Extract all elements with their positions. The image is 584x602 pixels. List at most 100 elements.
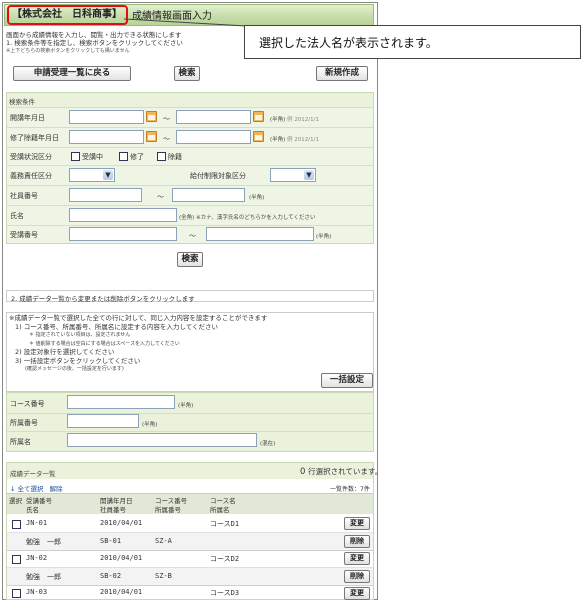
intro-line: 画面から成績情報を入力し、閲覧・出力できる状態にします — [6, 31, 182, 39]
status-label: 受講状況区分 — [10, 153, 52, 161]
row-sub-bg — [7, 568, 373, 585]
edit-button[interactable]: 変更 — [344, 552, 370, 565]
duty-select[interactable]: ▼ — [69, 168, 115, 182]
bulk-line: 2) 設定対象行を選択してください — [15, 348, 115, 356]
row-divider — [7, 585, 373, 586]
create-new-button[interactable]: 新規作成 — [316, 66, 368, 81]
bulk-note: ＊ 指定されていない項目は、設定されません — [29, 332, 131, 338]
row-checkbox[interactable] — [12, 520, 21, 529]
selected-count: 0 行選択されています。 — [300, 466, 382, 477]
status-checkbox-withdrawn[interactable] — [157, 152, 166, 161]
range-tilde: ～ — [163, 115, 170, 123]
cell-student-no: JN-01 — [26, 519, 48, 527]
dept-name-hint: (混在) — [260, 441, 276, 447]
callout-pointer — [124, 18, 246, 27]
student-no-label: 受講番号 — [10, 231, 38, 239]
arrow-down-icon: ↓ — [10, 485, 16, 493]
emp-no-from-input[interactable] — [69, 188, 142, 202]
duty-label: 義務責任区分 — [10, 172, 52, 180]
name-label: 氏名 — [10, 212, 24, 220]
selected-count-number: 0 — [300, 467, 306, 477]
range-tilde: ～ — [189, 232, 196, 240]
delete-button[interactable]: 削除 — [344, 570, 370, 583]
divider — [7, 431, 373, 432]
cell-dept-no: SZ-A — [155, 537, 172, 545]
search-button-bottom[interactable]: 検索 — [177, 252, 203, 267]
calendar-icon[interactable] — [146, 111, 157, 122]
hint-halfwidth: (半角) — [270, 117, 286, 123]
intro-note: ※上下どちらの検索ボタンをクリックしても構いません — [6, 48, 130, 54]
status-checkbox-completed[interactable] — [119, 152, 128, 161]
cell-name: 勉強 一郎 — [26, 538, 61, 546]
grid-selection-links: ↓ 全て選択 解除 — [10, 483, 63, 493]
delete-button[interactable]: 削除 — [344, 535, 370, 548]
name-input[interactable] — [69, 208, 177, 222]
cell-course-name: コースD1 — [210, 520, 240, 528]
cell-start-date: 2010/04/01 — [100, 588, 143, 596]
intro-line: 1. 検索条件等を指定し、検索ボタンをクリックしてください — [6, 39, 183, 47]
col-emp-no: 社員番号 — [100, 506, 126, 514]
hint-halfwidth: (半角) — [270, 137, 286, 143]
row-status — [7, 147, 373, 165]
range-tilde: ～ — [157, 193, 164, 201]
course-no-hint: (半角) — [178, 403, 194, 409]
course-no-input[interactable] — [67, 395, 175, 409]
row-checkbox[interactable] — [12, 589, 21, 598]
hint-example: 例 2012/1/1 — [287, 137, 319, 143]
dept-name-label: 所属名 — [10, 438, 31, 446]
course-no-label: コース番号 — [10, 400, 45, 408]
selected-count-text: 行選択されています。 — [308, 467, 383, 476]
calendar-icon[interactable] — [253, 131, 264, 142]
student-no-from-input[interactable] — [69, 227, 177, 241]
step2-instruction: 2. 成績データ一覧から変更または削除ボタンをクリックします — [6, 290, 374, 303]
bulk-set-button[interactable]: 一括設定 — [321, 373, 373, 388]
edit-button[interactable]: 変更 — [344, 587, 370, 600]
row-checkbox[interactable] — [12, 555, 21, 564]
col-name: 氏名 — [26, 506, 39, 514]
hint-example: 例 2012/1/1 — [287, 117, 319, 123]
calendar-icon[interactable] — [253, 111, 264, 122]
student-no-to-input[interactable] — [206, 227, 314, 241]
bulk-line: ※成績データ一覧で選択した全ての行に対して、同じ入力内容を設定することができます — [9, 314, 268, 322]
status-checkbox-enrolled[interactable] — [71, 152, 80, 161]
end-date-hint: (半角) 例 2012/1/1 — [270, 135, 319, 143]
dept-no-input[interactable] — [67, 414, 139, 428]
pay-limit-select[interactable]: ▼ — [270, 168, 316, 182]
cell-course-name: コースD2 — [210, 555, 240, 563]
calendar-icon[interactable] — [146, 131, 157, 142]
cell-course-name: コースD3 — [210, 589, 240, 597]
company-name: 【株式会社 日科商事】 — [7, 5, 128, 25]
dept-name-input[interactable] — [67, 433, 257, 447]
grid-header — [7, 493, 373, 514]
search-button-top[interactable]: 検索 — [174, 66, 200, 81]
pay-limit-label: 給付制限対象区分 — [190, 172, 246, 180]
emp-no-label: 社員番号 — [10, 192, 38, 200]
chevron-down-icon: ▼ — [103, 170, 113, 180]
start-date-label: 開講年月日 — [10, 114, 45, 122]
edit-button[interactable]: 変更 — [344, 517, 370, 530]
cell-dept-no: SZ-B — [155, 572, 172, 580]
start-date-to-input[interactable] — [176, 110, 251, 124]
dept-no-hint: (半角) — [142, 422, 158, 428]
back-to-list-button[interactable]: 申請受理一覧に戻る — [13, 66, 131, 81]
grid-title: 成績データ一覧 — [10, 470, 56, 478]
end-date-from-input[interactable] — [69, 130, 144, 144]
emp-no-to-input[interactable] — [172, 188, 245, 202]
bulk-note: ＊ 値削除する場合は空白にする場合はスペースを入力してください — [29, 340, 180, 347]
status-option-label: 受講中 — [82, 153, 103, 161]
col-select: 選択 — [9, 497, 22, 505]
select-all-link[interactable]: 全て選択 — [18, 485, 44, 493]
cell-emp-no: SB-02 — [100, 572, 122, 580]
deselect-link[interactable]: 解除 — [50, 485, 63, 493]
status-option-label: 修了 — [130, 153, 144, 161]
bulk-note: (確認メッセージの後、一括設定を行います) — [25, 366, 124, 372]
emp-no-hint: (半角) — [249, 195, 265, 201]
end-date-to-input[interactable] — [176, 130, 251, 144]
col-dept-name: 所属名 — [210, 506, 230, 514]
bulk-line: 3) 一括設定ボタンをクリックしてください — [15, 356, 141, 365]
cell-name: 勉強 一郎 — [26, 573, 61, 581]
student-no-hint: (半角) — [316, 234, 332, 240]
intro-text: 画面から成績情報を入力し、閲覧・出力できる状態にします 1. 検索条件等を指定し… — [6, 31, 183, 55]
bulk-instructions: ※成績データ一覧で選択した全ての行に対して、同じ入力内容を設定することができます… — [9, 314, 267, 374]
start-date-from-input[interactable] — [69, 110, 144, 124]
